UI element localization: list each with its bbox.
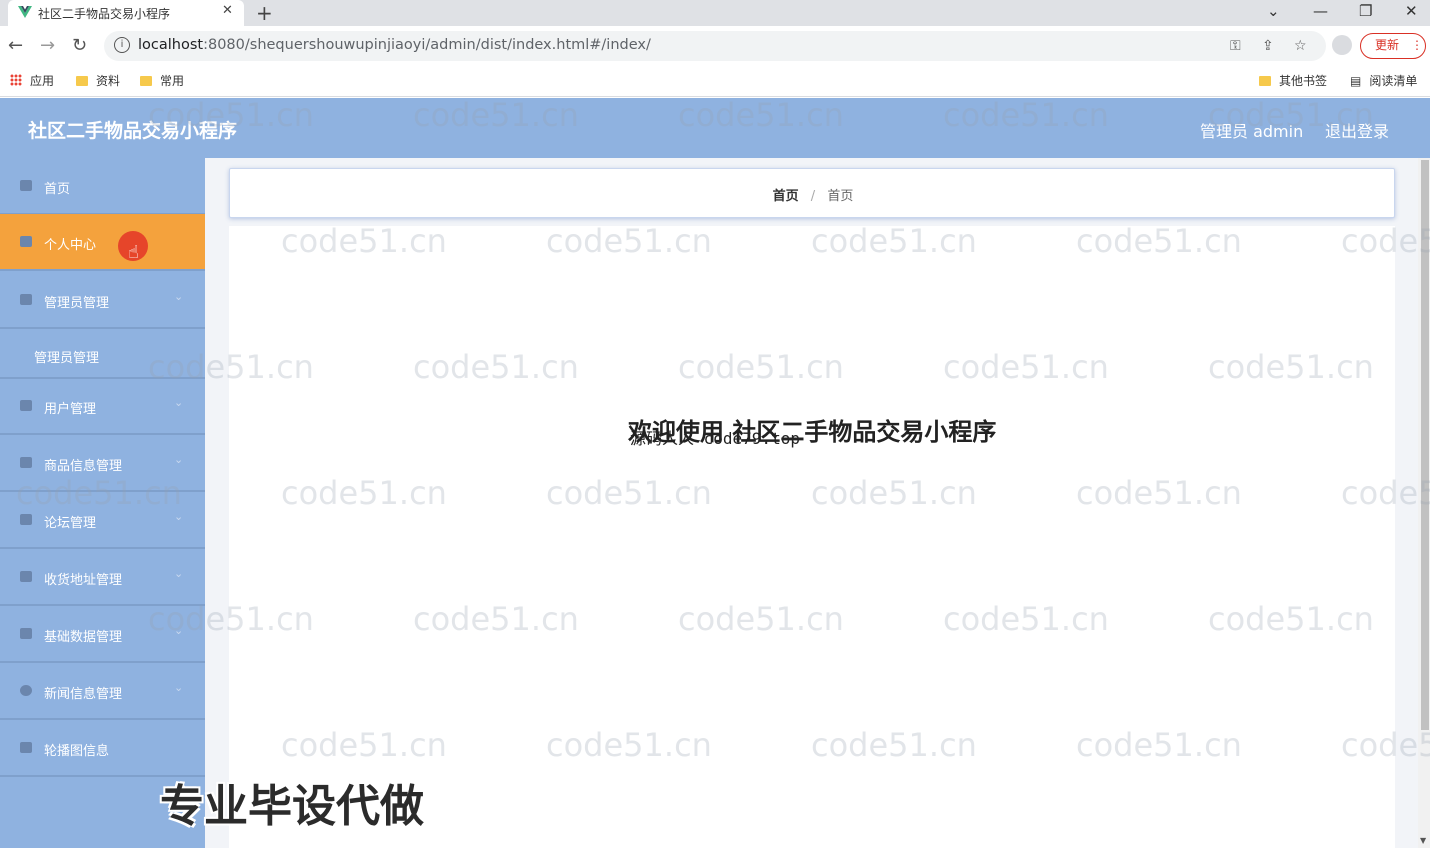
- sidebar-item-profile[interactable]: 个人中心: [0, 214, 205, 271]
- app-title: 社区二手物品交易小程序: [28, 120, 238, 142]
- bookmark-materials[interactable]: 资料: [76, 72, 120, 89]
- content-panel: [229, 226, 1395, 848]
- chevron-down-icon: ⌄: [174, 624, 184, 637]
- briefcase-icon: [20, 294, 32, 305]
- scroll-down-arrow-icon[interactable]: ▼: [1420, 836, 1426, 845]
- sidebar-item-label: 用户管理: [44, 402, 97, 417]
- tab-title: 社区二手物品交易小程序: [38, 7, 171, 21]
- person-icon: [20, 457, 32, 468]
- monitor-icon: [20, 742, 32, 753]
- chevron-down-icon: ⌄: [174, 510, 184, 523]
- sidebar-subitem-label: 管理员管理: [34, 351, 100, 366]
- sidebar-item-label: 个人中心: [44, 238, 97, 253]
- sidebar-item-basedata[interactable]: 基础数据管理 ⌄: [0, 606, 205, 663]
- user-icon: [20, 236, 32, 247]
- share-icon[interactable]: ⇪: [1262, 38, 1274, 54]
- current-user-label[interactable]: 管理员 admin: [1200, 118, 1303, 142]
- url-text: localhost:8080/shequershouwupinjiaoyi/ad…: [138, 37, 651, 53]
- scrollbar-thumb[interactable]: [1421, 160, 1429, 730]
- home-icon: [20, 180, 32, 191]
- app-header: 社区二手物品交易小程序 管理员 admin 退出登录: [0, 98, 1430, 158]
- sidebar-item-label: 新闻信息管理: [44, 687, 123, 702]
- sidebar-item-forum[interactable]: 论坛管理 ⌄: [0, 492, 205, 549]
- bookmark-apps-label: 应用: [30, 74, 55, 88]
- site-info-icon[interactable]: i: [114, 37, 130, 53]
- sidebar-item-label: 管理员管理: [44, 296, 110, 311]
- sidebar-item-label: 论坛管理: [44, 516, 97, 531]
- bookmark-common-label: 常用: [160, 74, 185, 88]
- profile-avatar-icon[interactable]: [1332, 35, 1352, 55]
- overlay-watermark-text: 源码人人 code79.top: [630, 429, 800, 448]
- bookmark-reading-label: 阅读清单: [1369, 74, 1418, 88]
- bookmark-reading-list[interactable]: ▤ 阅读清单: [1350, 72, 1417, 89]
- new-tab-icon[interactable]: +: [256, 1, 273, 25]
- back-icon[interactable]: ←: [8, 35, 23, 56]
- sidebar-item-label: 首页: [44, 182, 71, 197]
- promo-overlay-text: 专业毕设代做: [160, 781, 424, 832]
- sidebar-item-label: 商品信息管理: [44, 459, 123, 474]
- chevron-down-icon: ⌄: [174, 290, 184, 303]
- bookmark-other[interactable]: 其他书签: [1259, 72, 1327, 89]
- chevron-down-icon: ⌄: [174, 567, 184, 580]
- power-icon: [20, 685, 32, 696]
- url-path: :8080/shequershouwupinjiaoyi/admin/dist/…: [203, 37, 651, 53]
- sidebar-item-label: 收货地址管理: [44, 573, 123, 588]
- bookmark-other-label: 其他书签: [1279, 74, 1328, 88]
- address-bar[interactable]: i localhost:8080/shequershouwupinjiaoyi/…: [104, 31, 1326, 61]
- breadcrumb-home[interactable]: 首页: [773, 189, 799, 204]
- sidebar-subitem-admin[interactable]: 管理员管理: [0, 329, 205, 379]
- menu-dots-icon: ⋮: [1411, 38, 1424, 52]
- reading-list-icon: ▤: [1350, 74, 1362, 88]
- forward-icon[interactable]: →: [40, 35, 55, 56]
- vue-logo-icon: [18, 6, 32, 18]
- tab-search-icon[interactable]: ⌄: [1267, 2, 1280, 20]
- folder-icon: [1259, 76, 1271, 86]
- folder-icon: [76, 76, 88, 86]
- hand-cursor-icon: ☝: [128, 242, 139, 263]
- update-button[interactable]: 更新 ⋮: [1360, 33, 1426, 59]
- sidebar-item-label: 轮播图信息: [44, 744, 110, 759]
- users-icon: [20, 400, 32, 411]
- apps-grid-icon: [10, 74, 22, 86]
- bookmark-star-icon[interactable]: ☆: [1294, 38, 1307, 54]
- window-close-icon[interactable]: ✕: [1405, 2, 1418, 20]
- bookmark-apps[interactable]: 应用: [10, 72, 54, 89]
- sidebar-item-label: 基础数据管理: [44, 630, 123, 645]
- address-toolbar: ← → ↻ i localhost:8080/shequershouwupinj…: [0, 26, 1430, 66]
- grid-icon: [20, 571, 32, 582]
- tab-close-icon[interactable]: ✕: [222, 3, 233, 18]
- url-host: localhost: [138, 37, 204, 53]
- sidebar-item-news[interactable]: 新闻信息管理 ⌄: [0, 663, 205, 720]
- breadcrumb-separator: /: [810, 189, 816, 204]
- sidebar-item-carousel[interactable]: 轮播图信息: [0, 720, 205, 777]
- restore-icon[interactable]: ❐: [1359, 2, 1372, 20]
- breadcrumb-row: 首页 / 首页: [230, 185, 1396, 204]
- browser-tab-bar: 社区二手物品交易小程序 ✕ + ⌄ — ❐ ✕: [0, 0, 1430, 26]
- sidebar-item-home[interactable]: 首页: [0, 158, 205, 215]
- breadcrumb: 首页 / 首页: [229, 168, 1395, 218]
- browser-tab[interactable]: 社区二手物品交易小程序 ✕: [8, 0, 244, 26]
- sidebar-item-users[interactable]: 用户管理 ⌄: [0, 378, 205, 435]
- chevron-down-icon: ⌄: [174, 453, 184, 466]
- bookmarks-bar: 应用 资料 常用 其他书签 ▤ 阅读清单: [0, 66, 1430, 97]
- reload-icon[interactable]: ↻: [72, 35, 87, 56]
- bookmark-common[interactable]: 常用: [140, 72, 184, 89]
- sidebar-item-address[interactable]: 收货地址管理 ⌄: [0, 549, 205, 606]
- key-icon[interactable]: ⚿: [1230, 38, 1241, 54]
- breadcrumb-current: 首页: [827, 189, 854, 204]
- sidebar-item-admin[interactable]: 管理员管理 ⌄: [0, 272, 205, 329]
- chevron-down-icon: ⌄: [174, 681, 184, 694]
- update-label: 更新: [1375, 38, 1400, 52]
- list-icon: [20, 514, 32, 525]
- folder-icon: [140, 76, 152, 86]
- minimize-icon[interactable]: —: [1313, 2, 1328, 20]
- bookmark-materials-label: 资料: [96, 74, 121, 88]
- sidebar-item-goods[interactable]: 商品信息管理 ⌄: [0, 435, 205, 492]
- flag-icon: [20, 628, 32, 639]
- logout-button[interactable]: 退出登录: [1325, 118, 1389, 142]
- chevron-down-icon: ⌄: [174, 396, 184, 409]
